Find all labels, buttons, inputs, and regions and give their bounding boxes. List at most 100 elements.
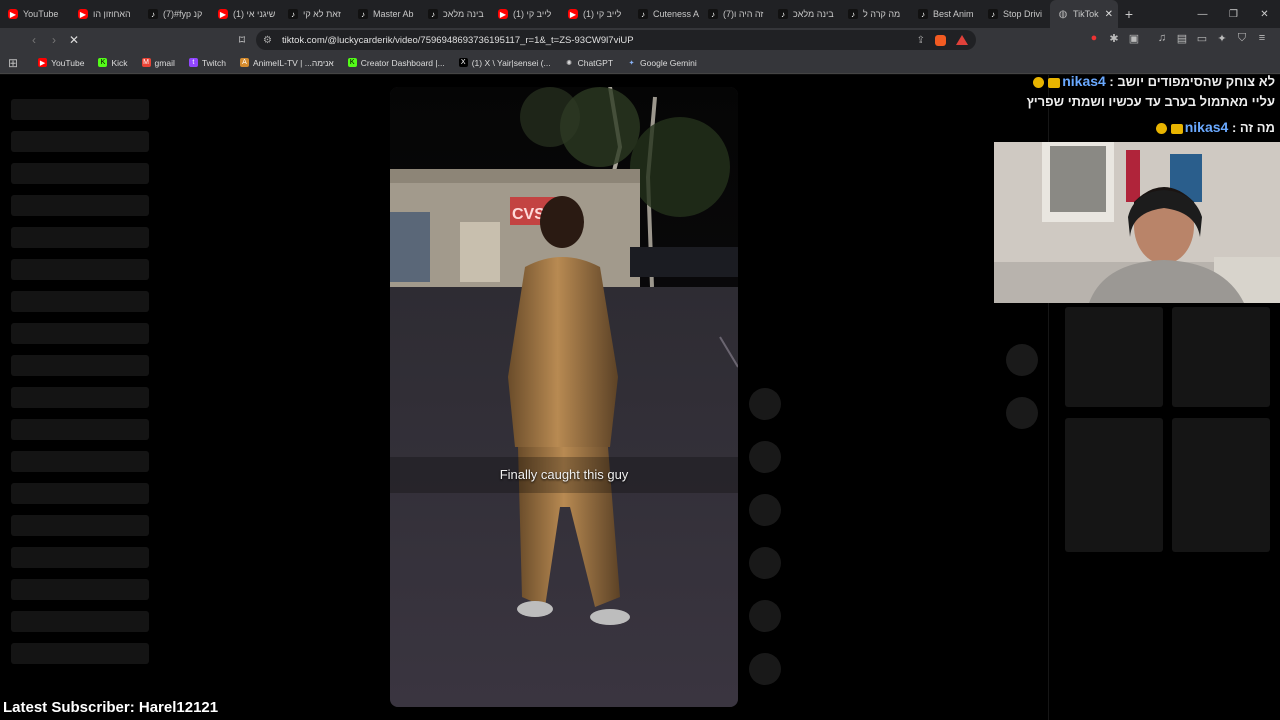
sidebar-icon[interactable]: ▤ — [1176, 32, 1188, 45]
skeleton-item — [11, 131, 149, 152]
vpn-icon[interactable]: ⛉ — [1236, 32, 1248, 45]
more-button[interactable] — [749, 600, 781, 632]
tiktok-icon: ♪ — [428, 9, 438, 19]
save-button[interactable] — [749, 494, 781, 526]
skeleton-item — [11, 195, 149, 216]
tab-active[interactable]: ◍ TikTok ✕ — [1050, 0, 1118, 28]
site-info-icon[interactable]: ⚙ — [263, 35, 272, 46]
menu-icon[interactable]: ≡ — [1256, 32, 1268, 45]
bookmark-youtube[interactable]: ▶ YouTube — [38, 58, 84, 68]
stop-loading-icon[interactable]: ✕ — [64, 33, 84, 47]
tab[interactable]: ♪ בינה מלאכ — [770, 0, 840, 28]
brave-shields-icon[interactable] — [935, 34, 946, 46]
level-badge-icon — [1033, 77, 1045, 89]
tab[interactable]: ▶ האחוזון הו — [70, 0, 140, 28]
video-thumbnail-placeholder[interactable] — [1065, 307, 1163, 407]
webcam-feed — [994, 142, 1280, 303]
tab[interactable]: ▶ (1) לייב קי — [490, 0, 560, 28]
tab[interactable]: ♪ מה קרה ל — [840, 0, 910, 28]
bookmark-animeil[interactable]: A AnimeIL-TV | ...אנימה — [239, 58, 334, 68]
skeleton-item — [11, 643, 149, 664]
like-button[interactable] — [749, 388, 781, 420]
tab[interactable]: ▶ (1) לייב קי — [560, 0, 630, 28]
youtube-icon: ▶ — [568, 9, 578, 19]
bookmark-creator-dashboard[interactable]: K Creator Dashboard |... — [347, 58, 445, 68]
skeleton-item — [11, 291, 149, 312]
video-thumbnail-placeholder[interactable] — [1172, 418, 1270, 552]
share-icon[interactable]: ⇪ — [917, 35, 925, 46]
toolbar-icons: ● ✱ ▣ ♫ ▤ ▭ ✦ ⛉ ≡ — [1088, 32, 1268, 45]
close-tab-icon[interactable]: ✕ — [1105, 9, 1113, 20]
record-icon[interactable]: ● — [1088, 32, 1100, 45]
tab[interactable]: ▶ (1) שיגני אי — [210, 0, 280, 28]
kick-icon: K — [347, 58, 357, 67]
close-window-icon[interactable]: ✕ — [1249, 9, 1280, 20]
video-player[interactable]: CVS Finally caught this guy — [390, 87, 738, 707]
back-icon[interactable]: ‹ — [24, 33, 44, 47]
video-thumbnail-placeholder[interactable] — [1172, 307, 1270, 407]
twitch-icon: t — [188, 58, 198, 67]
video-thumbnail-placeholder[interactable] — [1065, 418, 1163, 552]
tiktok-icon: ♪ — [778, 9, 788, 19]
url-text[interactable]: tiktok.com/@luckycarderik/video/75969486… — [282, 35, 634, 46]
new-tab-button[interactable]: + — [1118, 6, 1140, 22]
window-controls: — ❐ ✕ — [1187, 0, 1280, 28]
bookmark-chatgpt[interactable]: ✺ ChatGPT — [565, 58, 613, 68]
leo-ai-icon[interactable]: ✦ — [1216, 32, 1228, 45]
youtube-icon: ▶ — [38, 58, 48, 67]
wallet-icon[interactable]: ▭ — [1196, 32, 1208, 45]
tab[interactable]: ♪ Cuteness A — [630, 0, 700, 28]
bookmark-kick[interactable]: K Kick — [98, 58, 128, 68]
tab[interactable]: ♪ זאת לא קי — [280, 0, 350, 28]
sound-button[interactable] — [749, 653, 781, 685]
skeleton-item — [11, 323, 149, 344]
kick-icon: K — [98, 58, 108, 67]
level-badge-icon — [1155, 123, 1167, 135]
brave-rewards-icon[interactable] — [956, 35, 968, 45]
bookmark-gemini[interactable]: ✦ Google Gemini — [627, 58, 697, 68]
skeleton-item — [11, 227, 149, 248]
screenshot-icon[interactable]: ▣ — [1128, 32, 1140, 45]
skeleton-item — [11, 451, 149, 472]
youtube-icon: ▶ — [8, 9, 18, 19]
globe-icon: ◍ — [1058, 8, 1068, 20]
tab[interactable]: ♪ בינה מלאכ — [420, 0, 490, 28]
youtube-icon: ▶ — [498, 9, 508, 19]
tab-bar: ▶ YouTube ▶ האחוזון הו ♪ (7)#fyp קנ ▶ (1) שי… — [0, 0, 1280, 28]
tab[interactable]: ♪ (7)#fyp קנ — [140, 0, 210, 28]
bookmark-gmail[interactable]: Mgmail — [141, 58, 175, 68]
tab[interactable]: ♪ (7)זה היה ו — [700, 0, 770, 28]
apps-icon[interactable]: ⊞ — [8, 56, 18, 70]
share-button[interactable] — [749, 547, 781, 579]
music-icon[interactable]: ♫ — [1156, 32, 1168, 45]
chatgpt-icon: ✺ — [566, 59, 573, 67]
gemini-icon: ✦ — [628, 59, 635, 67]
tiktok-icon: ♪ — [708, 9, 718, 19]
navigation-bar: ‹ › ✕ ⌑ ⚙ tiktok.com/@luckycarderik/vide… — [0, 28, 1280, 52]
bookmark-twitch[interactable]: t Twitch — [188, 58, 226, 68]
tab[interactable]: ♪ Best Anim — [910, 0, 980, 28]
minimize-icon[interactable]: — — [1187, 9, 1218, 20]
tab[interactable]: ♪ Stop Drivi — [980, 0, 1050, 28]
tab[interactable]: ♪ Master Ab — [350, 0, 420, 28]
tab[interactable]: ▶ YouTube — [0, 0, 70, 28]
skeleton-item — [11, 483, 149, 504]
skeleton-item — [11, 579, 149, 600]
extensions-icon[interactable]: ✱ — [1108, 32, 1120, 45]
youtube-icon: ▶ — [218, 9, 228, 19]
bookmark-icon[interactable]: ⌑ — [232, 33, 252, 47]
restore-icon[interactable]: ❐ — [1218, 9, 1249, 20]
comment-button[interactable] — [749, 441, 781, 473]
bookmark-x[interactable]: X (1) X \ Yair|sensei (... — [458, 58, 551, 68]
skeleton-item — [11, 355, 149, 376]
scroll-down-button[interactable] — [1006, 397, 1038, 429]
youtube-icon: ▶ — [78, 9, 88, 19]
address-bar[interactable]: ⚙ tiktok.com/@luckycarderik/video/759694… — [256, 30, 976, 50]
tiktok-icon: ♪ — [988, 9, 998, 19]
scroll-up-button[interactable] — [1006, 344, 1038, 376]
forward-icon[interactable]: › — [44, 33, 64, 47]
latest-subscriber-label: Latest Subscriber: Harel12121 — [3, 699, 219, 716]
chat-username: nikas4 — [1062, 73, 1106, 89]
animeil-icon: A — [239, 58, 249, 67]
subscriber-badge-icon — [1048, 77, 1061, 88]
